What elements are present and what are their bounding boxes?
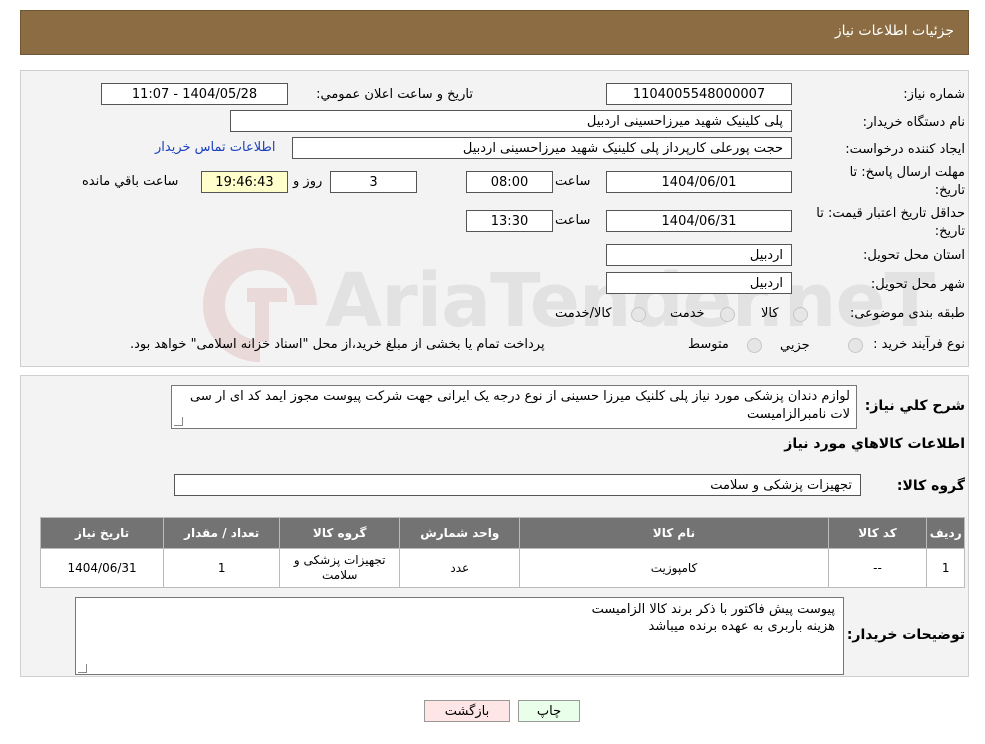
col-group: گروه کالا [279, 517, 401, 549]
category-service-radio[interactable] [720, 307, 735, 322]
process-minor-radio[interactable] [848, 338, 863, 353]
buyer-notes-resize-handle[interactable] [78, 664, 87, 673]
category-label: طبقه بندی موضوعی: [849, 306, 965, 321]
buyer-notes-label: توضيحات خريدار: [846, 627, 965, 643]
need-number-field: 1104005548000007 [606, 83, 792, 105]
province-label: استان محل تحویل: [863, 248, 965, 263]
need-number-label: شماره نیاز: [903, 87, 965, 102]
cell-date: 1404/06/31 [39, 548, 165, 588]
remaining-time-field: 19:46:43 [201, 171, 288, 193]
days-remaining-field: 3 [330, 171, 417, 193]
cell-row: 1 [926, 548, 965, 588]
buyer-notes-line-2: هزینه باربری به عهده برنده میباشد [648, 619, 835, 634]
process-medium-radio[interactable] [747, 338, 762, 353]
validity-label: حداقل تاريخ اعتبار قيمت: تا [816, 206, 965, 221]
days-label: روز و [293, 174, 323, 189]
page-header: جزئیات اطلاعات نیاز [20, 10, 969, 55]
validity-time-field: 13:30 [466, 210, 553, 232]
goods-group-label: گروه کالا: [896, 478, 965, 494]
validity-date-field: 1404/06/31 [606, 210, 792, 232]
print-button[interactable]: چاپ [518, 700, 580, 722]
province-field: اردبیل [606, 244, 792, 266]
buyer-contact-link[interactable]: اطلاعات تماس خريدار [155, 140, 275, 155]
watermark-text: AriaTender.neT [325, 258, 935, 344]
cell-unit: عدد [399, 548, 521, 588]
goods-group-field: تجهیزات پزشکی و سلامت [174, 474, 861, 496]
col-qty: تعداد / مقدار [163, 517, 281, 549]
buyer-notes-line-1: پیوست پیش فاکتور با ذکر برند کالا الزامی… [591, 602, 835, 617]
description-text: لوازم دندان پزشکی مورد نیاز پلی کلنیک می… [190, 389, 850, 422]
col-unit: واحد شمارش [399, 517, 521, 549]
category-service-label: خدمت [670, 306, 705, 321]
goods-table-header: رديف کد کالا نام کالا واحد شمارش گروه کا… [39, 517, 965, 549]
announce-datetime-field: 1404/05/28 - 11:07 [101, 83, 288, 105]
buyer-org-label: نام دستگاه خريدار: [862, 115, 965, 130]
process-medium-label: متوسط [688, 337, 729, 352]
announce-label: تاریخ و ساعت اعلان عمومي: [316, 87, 473, 102]
remaining-time-label: ساعت باقي مانده [82, 174, 179, 189]
back-button[interactable]: بازگشت [424, 700, 510, 722]
goods-section-title: اطلاعات کالاهاي مورد نياز [784, 436, 965, 452]
buyer-org-field: پلی کلینیک شهید میرزاحسینی اردبیل [230, 110, 792, 132]
col-date: تاريخ نياز [39, 517, 165, 549]
description-resize-handle[interactable] [174, 417, 183, 426]
requester-field: حجت پورعلی کارپرداز پلی کلینیک شهید میرز… [292, 137, 792, 159]
description-textarea[interactable]: لوازم دندان پزشکی مورد نیاز پلی کلنیک می… [171, 385, 857, 429]
col-name: نام کالا [519, 517, 829, 549]
deadline-time-field: 08:00 [466, 171, 553, 193]
city-label: شهر محل تحویل: [870, 277, 965, 292]
category-goods-service-label: کالا/خدمت [555, 306, 612, 321]
process-note: پرداخت تمام یا بخشی از مبلغ خرید،از محل … [130, 337, 545, 352]
deadline-time-label: ساعت [555, 174, 591, 189]
category-goods-label: کالا [761, 306, 779, 321]
col-row: رديف [926, 517, 965, 549]
deadline-label: مهلت ارسال پاسخ: تا [849, 165, 965, 180]
cell-group: تجهیزات پزشکی و سلامت [279, 548, 401, 588]
page-title: جزئیات اطلاعات نیاز [834, 23, 954, 39]
buyer-notes-textarea[interactable]: پیوست پیش فاکتور با ذکر برند کالا الزامی… [75, 597, 844, 675]
goods-table: رديف کد کالا نام کالا واحد شمارش گروه کا… [39, 517, 965, 588]
cell-code: -- [827, 548, 928, 588]
description-label: شرح کلي نياز: [864, 398, 965, 414]
deadline-date-field: 1404/06/01 [606, 171, 792, 193]
cell-qty: 1 [163, 548, 281, 588]
process-label: نوع فرآيند خريد : [873, 337, 965, 352]
validity-time-label: ساعت [555, 213, 591, 228]
deadline-label-date: تاریخ: [934, 183, 965, 198]
process-minor-label: جزيي [780, 338, 810, 353]
cell-name: کامپوزیت [519, 548, 829, 588]
validity-label-date: تاريخ: [934, 224, 965, 239]
col-code: کد کالا [827, 517, 928, 549]
requester-label: ايجاد كننده درخواست: [845, 142, 965, 157]
table-row: 1 -- کامپوزیت عدد تجهیزات پزشکی و سلامت … [39, 548, 965, 588]
city-field: اردبیل [606, 272, 792, 294]
category-goods-service-radio[interactable] [631, 307, 646, 322]
category-goods-radio[interactable] [793, 307, 808, 322]
